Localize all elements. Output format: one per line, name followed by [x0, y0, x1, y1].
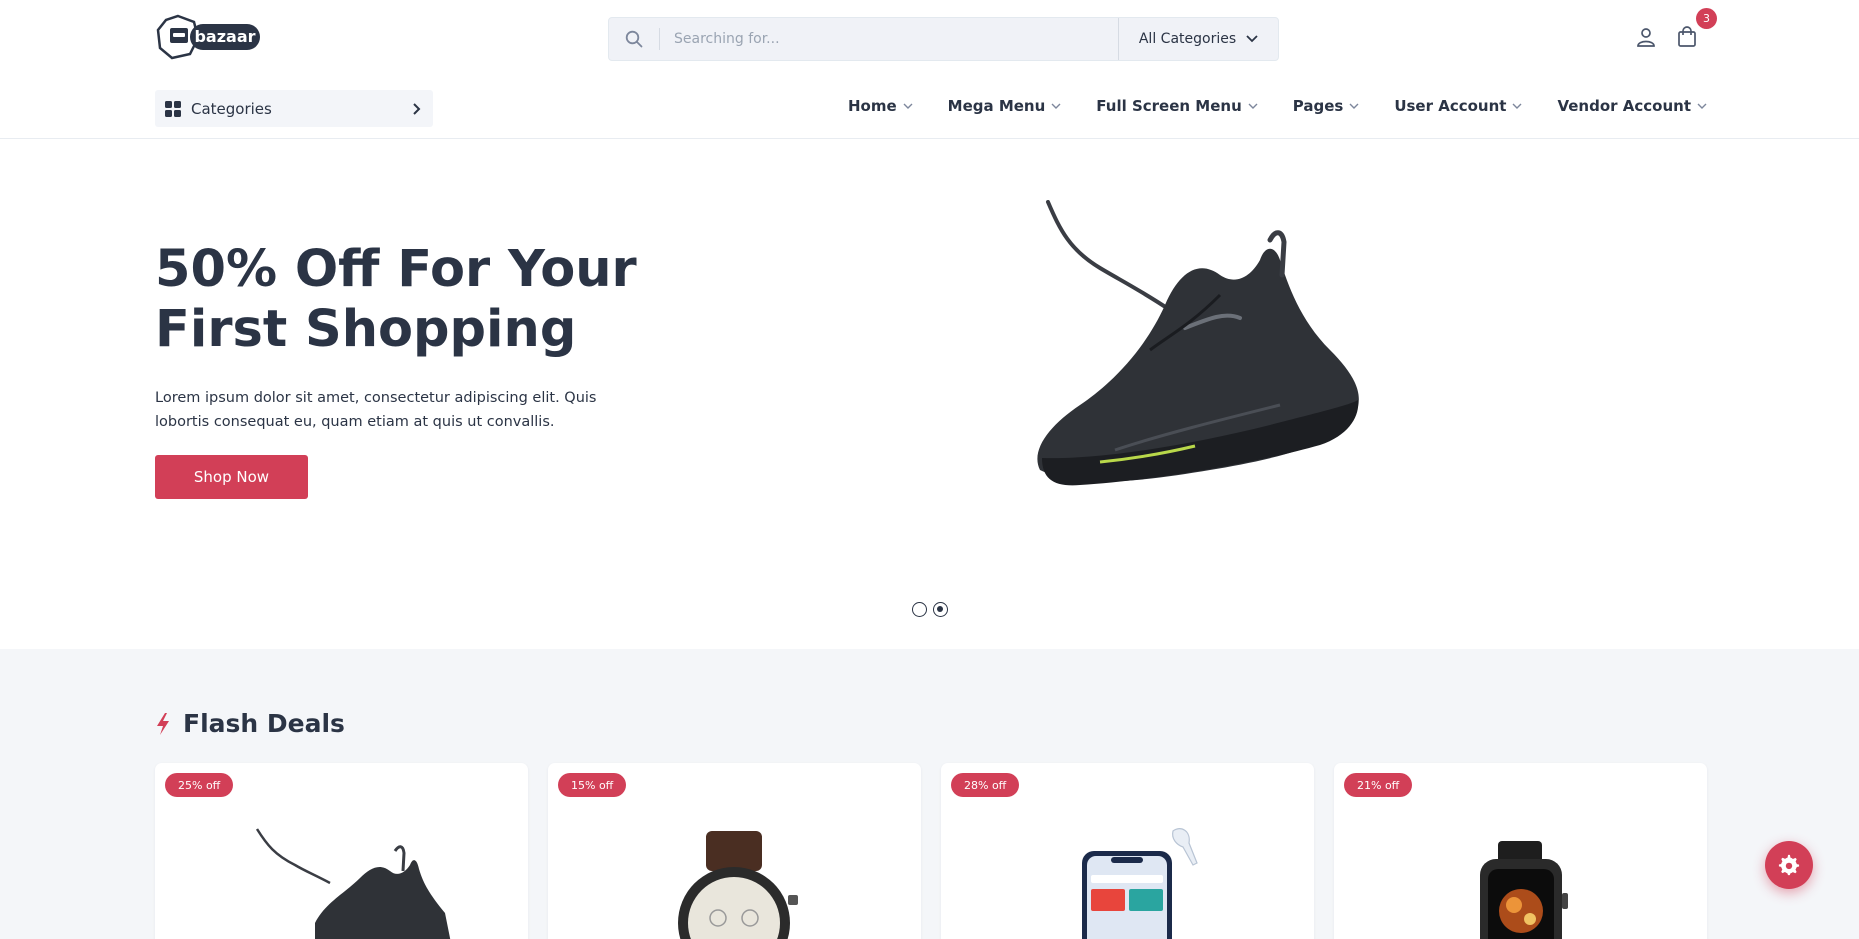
- categories-label: Categories: [191, 99, 272, 118]
- product-card[interactable]: 25% off: [155, 763, 528, 939]
- chevron-down-icon: [1697, 103, 1707, 109]
- nav-item-vendor-account[interactable]: Vendor Account: [1557, 97, 1707, 115]
- category-select-label: All Categories: [1138, 31, 1237, 47]
- gear-icon: [1778, 854, 1800, 876]
- category-select[interactable]: All Categories: [1118, 18, 1278, 60]
- cart-count-badge: 3: [1696, 8, 1717, 29]
- discount-badge: 28% off: [951, 773, 1020, 797]
- carousel-dot-1[interactable]: [912, 602, 927, 617]
- sneaker-hero-image: [1037, 200, 1359, 486]
- chevron-down-icon: [903, 103, 913, 109]
- settings-button[interactable]: [1765, 841, 1813, 889]
- product-card[interactable]: 28% off: [941, 763, 1314, 939]
- grid-icon: [165, 100, 181, 117]
- carousel-dot-2[interactable]: [933, 602, 948, 617]
- carousel-dots: [912, 602, 948, 617]
- nav-item-pages[interactable]: Pages: [1293, 97, 1360, 115]
- nav-menu: Home Mega Menu Full Screen Menu Pages Us…: [848, 97, 1707, 115]
- search-bar: All Categories: [608, 17, 1279, 61]
- flash-deals-header: Flash Deals: [155, 709, 345, 738]
- nav-item-label: Mega Menu: [947, 97, 1046, 115]
- discount-badge: 15% off: [558, 773, 627, 797]
- sneaker-product-image: [255, 828, 451, 939]
- logo-text: bazaar: [194, 27, 255, 46]
- nav-item-home[interactable]: Home: [848, 97, 913, 115]
- search-icon[interactable]: [609, 18, 659, 60]
- lightning-icon: [157, 712, 169, 735]
- shopping-bag-icon[interactable]: [1675, 25, 1699, 49]
- nav-item-label: Full Screen Menu: [1096, 97, 1242, 115]
- chevron-down-icon: [1349, 103, 1359, 109]
- top-header: bazaar All Categories 3: [0, 0, 1859, 80]
- search-input[interactable]: [660, 18, 1118, 60]
- wristwatch-product-image: [678, 831, 798, 939]
- categories-button[interactable]: Categories: [155, 90, 433, 127]
- hero-carousel: 50% Off For Your First Shopping Lorem ip…: [0, 140, 1859, 649]
- hero-title-line2: First Shopping: [155, 300, 577, 359]
- nav-item-mega-menu[interactable]: Mega Menu: [948, 97, 1062, 115]
- flash-deals-title: Flash Deals: [183, 709, 345, 738]
- hero-description: Lorem ipsum dolor sit amet, consectetur …: [155, 390, 597, 430]
- nav-item-full-screen-menu[interactable]: Full Screen Menu: [1096, 97, 1258, 115]
- main-navigation: Categories Home Mega Menu Full Screen Me…: [0, 80, 1859, 139]
- discount-badge: 25% off: [165, 773, 234, 797]
- nav-item-label: Pages: [1292, 97, 1344, 115]
- nav-item-label: Home: [847, 97, 897, 115]
- flash-deals-section: Flash Deals 25% off 15% off 28% off 21% …: [0, 649, 1859, 939]
- nav-item-label: Vendor Account: [1557, 97, 1691, 115]
- smartphone-product-image: [1082, 828, 1198, 939]
- chevron-right-icon: [413, 102, 421, 115]
- bazaar-logo[interactable]: bazaar: [156, 14, 262, 60]
- hero-title-line1: 50% Off For Your: [155, 240, 637, 299]
- chevron-down-icon: [1246, 35, 1258, 43]
- hero-title: 50% Off For Your First Shopping: [155, 240, 715, 360]
- user-icon[interactable]: [1634, 25, 1658, 49]
- chevron-down-icon: [1248, 103, 1258, 109]
- chevron-down-icon: [1051, 103, 1061, 109]
- nav-item-label: User Account: [1394, 97, 1507, 115]
- smartwatch-product-image: [1480, 841, 1568, 939]
- product-card[interactable]: 21% off: [1334, 763, 1707, 939]
- discount-badge: 21% off: [1344, 773, 1413, 797]
- product-card[interactable]: 15% off: [548, 763, 921, 939]
- shop-now-button[interactable]: Shop Now: [155, 455, 308, 499]
- chevron-down-icon: [1512, 103, 1522, 109]
- nav-item-user-account[interactable]: User Account: [1394, 97, 1522, 115]
